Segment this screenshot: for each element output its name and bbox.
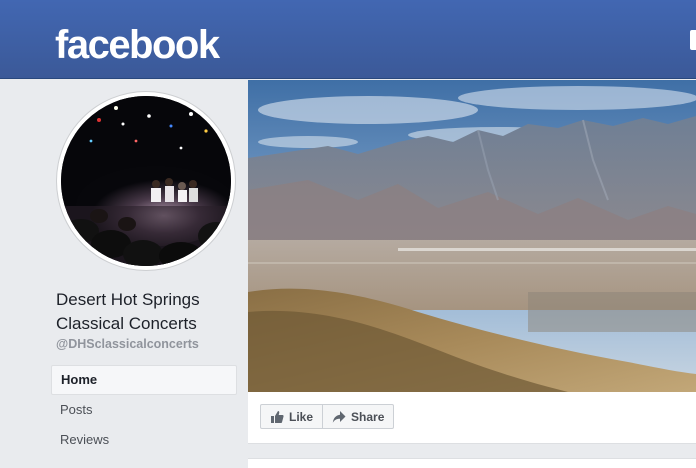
page-username[interactable]: @DHSclassicalconcerts (56, 337, 199, 351)
page-title[interactable]: Desert Hot Springs Classical Concerts (56, 288, 246, 336)
share-button-label: Share (351, 409, 385, 424)
share-button[interactable]: Share (322, 405, 393, 428)
page-action-bar: Like Share (248, 392, 696, 444)
thumbs-up-icon (271, 410, 284, 423)
page-navigation: Home Posts Reviews (51, 365, 237, 455)
profile-picture[interactable] (61, 96, 231, 266)
desert-mountains-landscape-icon (248, 80, 696, 392)
page-title-line1: Desert Hot Springs (56, 290, 200, 309)
cover-photo[interactable] (248, 80, 696, 392)
share-arrow-icon (332, 410, 346, 423)
nav-item-reviews[interactable]: Reviews (51, 425, 237, 455)
like-button-label: Like (289, 409, 314, 424)
top-navigation-bar: facebook (0, 0, 696, 79)
nav-item-home[interactable]: Home (51, 365, 237, 395)
like-button[interactable]: Like (261, 405, 322, 428)
page-sidebar: Desert Hot Springs Classical Concerts @D… (0, 80, 248, 464)
next-section-card (248, 458, 696, 468)
facebook-logo[interactable]: facebook (55, 22, 220, 68)
nav-item-posts[interactable]: Posts (51, 395, 237, 425)
search-field-edge[interactable] (690, 30, 696, 50)
profile-picture-frame[interactable] (57, 92, 235, 270)
concert-photo-icon (61, 96, 231, 266)
page-title-line2: Classical Concerts (56, 314, 197, 333)
like-share-button-group: Like Share (260, 404, 395, 429)
